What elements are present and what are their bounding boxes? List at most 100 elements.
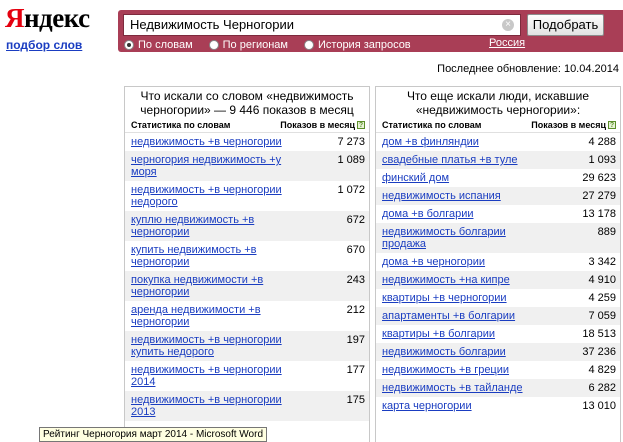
count-value: 29 623	[582, 172, 616, 184]
phrase-link[interactable]: купить недвижимость +в черногории	[131, 244, 301, 268]
phrase-link[interactable]: квартиры +в черногории	[382, 292, 507, 304]
table-row: квартиры +в черногории 4 259	[376, 289, 620, 307]
count-value: 13 010	[582, 400, 616, 412]
phrase-link[interactable]: недвижимость болгарии	[382, 346, 506, 358]
count-value: 212	[346, 304, 365, 316]
help-icon[interactable]: ?	[357, 120, 365, 129]
table-row: недвижимость испания 27 279	[376, 187, 620, 205]
phrase-link[interactable]: покупка недвижимости +в черногории	[131, 274, 301, 298]
count-value: 4 829	[588, 364, 616, 376]
phrase-link[interactable]: финский дом	[382, 172, 449, 184]
phrase-link[interactable]: недвижимость +в черногории недорого	[131, 184, 301, 208]
col-phrase-header: Статистика по словам	[382, 119, 482, 130]
yandex-logo[interactable]: Яндекс	[5, 3, 90, 34]
right-panel: Что еще искали люди, искавшие «недвижимо…	[375, 86, 621, 442]
count-value: 670	[346, 244, 365, 256]
table-row: недвижимость +на кипре 4 910	[376, 271, 620, 289]
table-row: недвижимость +в черногории недорого 1 072	[125, 181, 369, 211]
right-rows: дом +в финляндии 4 288 свадебные платья +…	[376, 133, 620, 415]
left-column-header: Статистика по словам Показов в месяц?	[125, 117, 369, 133]
count-value: 889	[597, 226, 616, 238]
wordstat-title-link[interactable]: подбор слов	[6, 38, 82, 52]
phrase-link[interactable]: аренда недвижимости +в черногории	[131, 304, 301, 328]
table-row: дом +в финляндии 4 288	[376, 133, 620, 151]
left-panel: Что искали со словом «недвижимость черно…	[124, 86, 370, 442]
logo-rest: ндекс	[24, 3, 90, 33]
count-value: 18 513	[582, 328, 616, 340]
phrase-link[interactable]: недвижимость испания	[382, 190, 501, 202]
count-value: 7 273	[337, 136, 365, 148]
search-bar: Недвижимость Черногории × Подобрать По с…	[118, 10, 623, 52]
table-row: купить недвижимость +в черногории 670	[125, 241, 369, 271]
count-value: 27 279	[582, 190, 616, 202]
count-value: 7 059	[588, 310, 616, 322]
count-value: 243	[346, 274, 365, 286]
table-row: недвижимость +в черногории 2013 175	[125, 391, 369, 421]
help-icon[interactable]: ?	[608, 120, 616, 129]
col-count-header: Показов в месяц	[531, 119, 606, 130]
table-row: недвижимость +в черногории 7 273	[125, 133, 369, 151]
region-link[interactable]: Россия	[489, 37, 525, 49]
phrase-link[interactable]: недвижимость +в греции	[382, 364, 509, 376]
phrase-link[interactable]: квартиры +в болгарии	[382, 328, 495, 340]
clear-icon[interactable]: ×	[502, 19, 514, 31]
phrase-link[interactable]: недвижимость +на кипре	[382, 274, 510, 286]
logo-first-letter: Я	[5, 3, 25, 33]
table-row: черногория недвижимость +у моря 1 089	[125, 151, 369, 181]
taskbar-tooltip: Рейтинг Черногория март 2014 - Microsoft…	[39, 427, 268, 442]
radio-history[interactable]: История запросов	[304, 39, 411, 51]
count-value: 4 910	[588, 274, 616, 286]
search-input[interactable]: Недвижимость Черногории ×	[123, 14, 521, 36]
phrase-link[interactable]: недвижимость болгарии продажа	[382, 226, 552, 250]
phrase-link[interactable]: недвижимость +в тайланде	[382, 382, 523, 394]
count-value: 672	[346, 214, 365, 226]
count-value: 3 342	[588, 256, 616, 268]
table-row: недвижимость болгарии продажа 889	[376, 223, 620, 253]
col-phrase-header: Статистика по словам	[131, 119, 231, 130]
phrase-link[interactable]: недвижимость +в черногории	[131, 136, 282, 148]
table-row: недвижимость +в черногории купить недоро…	[125, 331, 369, 361]
left-panel-title: Что искали со словом «недвижимость черно…	[140, 89, 354, 117]
phrase-link[interactable]: дома +в болгарии	[382, 208, 474, 220]
count-value: 6 282	[588, 382, 616, 394]
phrase-link[interactable]: карта черногории	[382, 400, 472, 412]
table-row: свадебные платья +в туле 1 093	[376, 151, 620, 169]
phrase-link[interactable]: недвижимость +в черногории купить недоро…	[131, 334, 301, 358]
search-mode-radios: По словам По регионам История запросов	[124, 38, 427, 52]
right-panel-title: Что еще искали люди, искавшие «недвижимо…	[406, 89, 590, 117]
col-count-header: Показов в месяц	[280, 119, 355, 130]
table-row: дома +в болгарии 13 178	[376, 205, 620, 223]
phrase-link[interactable]: апартаменты +в болгарии	[382, 310, 515, 322]
phrase-link[interactable]: недвижимость +в черногории 2013	[131, 394, 301, 418]
radio-by-words[interactable]: По словам	[124, 39, 193, 51]
right-column-header: Статистика по словам Показов в месяц?	[376, 117, 620, 133]
table-row: квартиры +в болгарии 18 513	[376, 325, 620, 343]
phrase-link[interactable]: дома +в черногории	[382, 256, 485, 268]
count-value: 4 288	[588, 136, 616, 148]
count-value: 13 178	[582, 208, 616, 220]
table-row: покупка недвижимости +в черногории 243	[125, 271, 369, 301]
submit-button[interactable]: Подобрать	[527, 14, 604, 36]
count-value: 37 236	[582, 346, 616, 358]
count-value: 1 089	[337, 154, 365, 166]
search-input-value: Недвижимость Черногории	[130, 17, 295, 32]
phrase-link[interactable]: куплю недвижимость +в черногории	[131, 214, 301, 238]
phrase-link[interactable]: недвижимость +в черногории 2014	[131, 364, 301, 388]
table-row: апартаменты +в болгарии 7 059	[376, 307, 620, 325]
count-value: 1 093	[588, 154, 616, 166]
phrase-link[interactable]: черногория недвижимость +у моря	[131, 154, 301, 178]
table-row: аренда недвижимости +в черногории 212	[125, 301, 369, 331]
table-row: недвижимость +в черногории 2014 177	[125, 361, 369, 391]
radio-dot-icon	[208, 40, 219, 50]
radio-dot-selected-icon	[124, 40, 134, 50]
radio-by-regions[interactable]: По регионам	[208, 39, 288, 51]
phrase-link[interactable]: свадебные платья +в туле	[382, 154, 518, 166]
count-value: 177	[346, 364, 365, 376]
count-value: 4 259	[588, 292, 616, 304]
table-row: карта черногории 13 010	[376, 397, 620, 415]
last-updated: Последнее обновление: 10.04.2014	[437, 63, 619, 75]
phrase-link[interactable]: дом +в финляндии	[382, 136, 479, 148]
table-row: куплю недвижимость +в черногории 672	[125, 211, 369, 241]
table-row: дома +в черногории 3 342	[376, 253, 620, 271]
left-rows: недвижимость +в черногории 7 273 черногор…	[125, 133, 369, 421]
